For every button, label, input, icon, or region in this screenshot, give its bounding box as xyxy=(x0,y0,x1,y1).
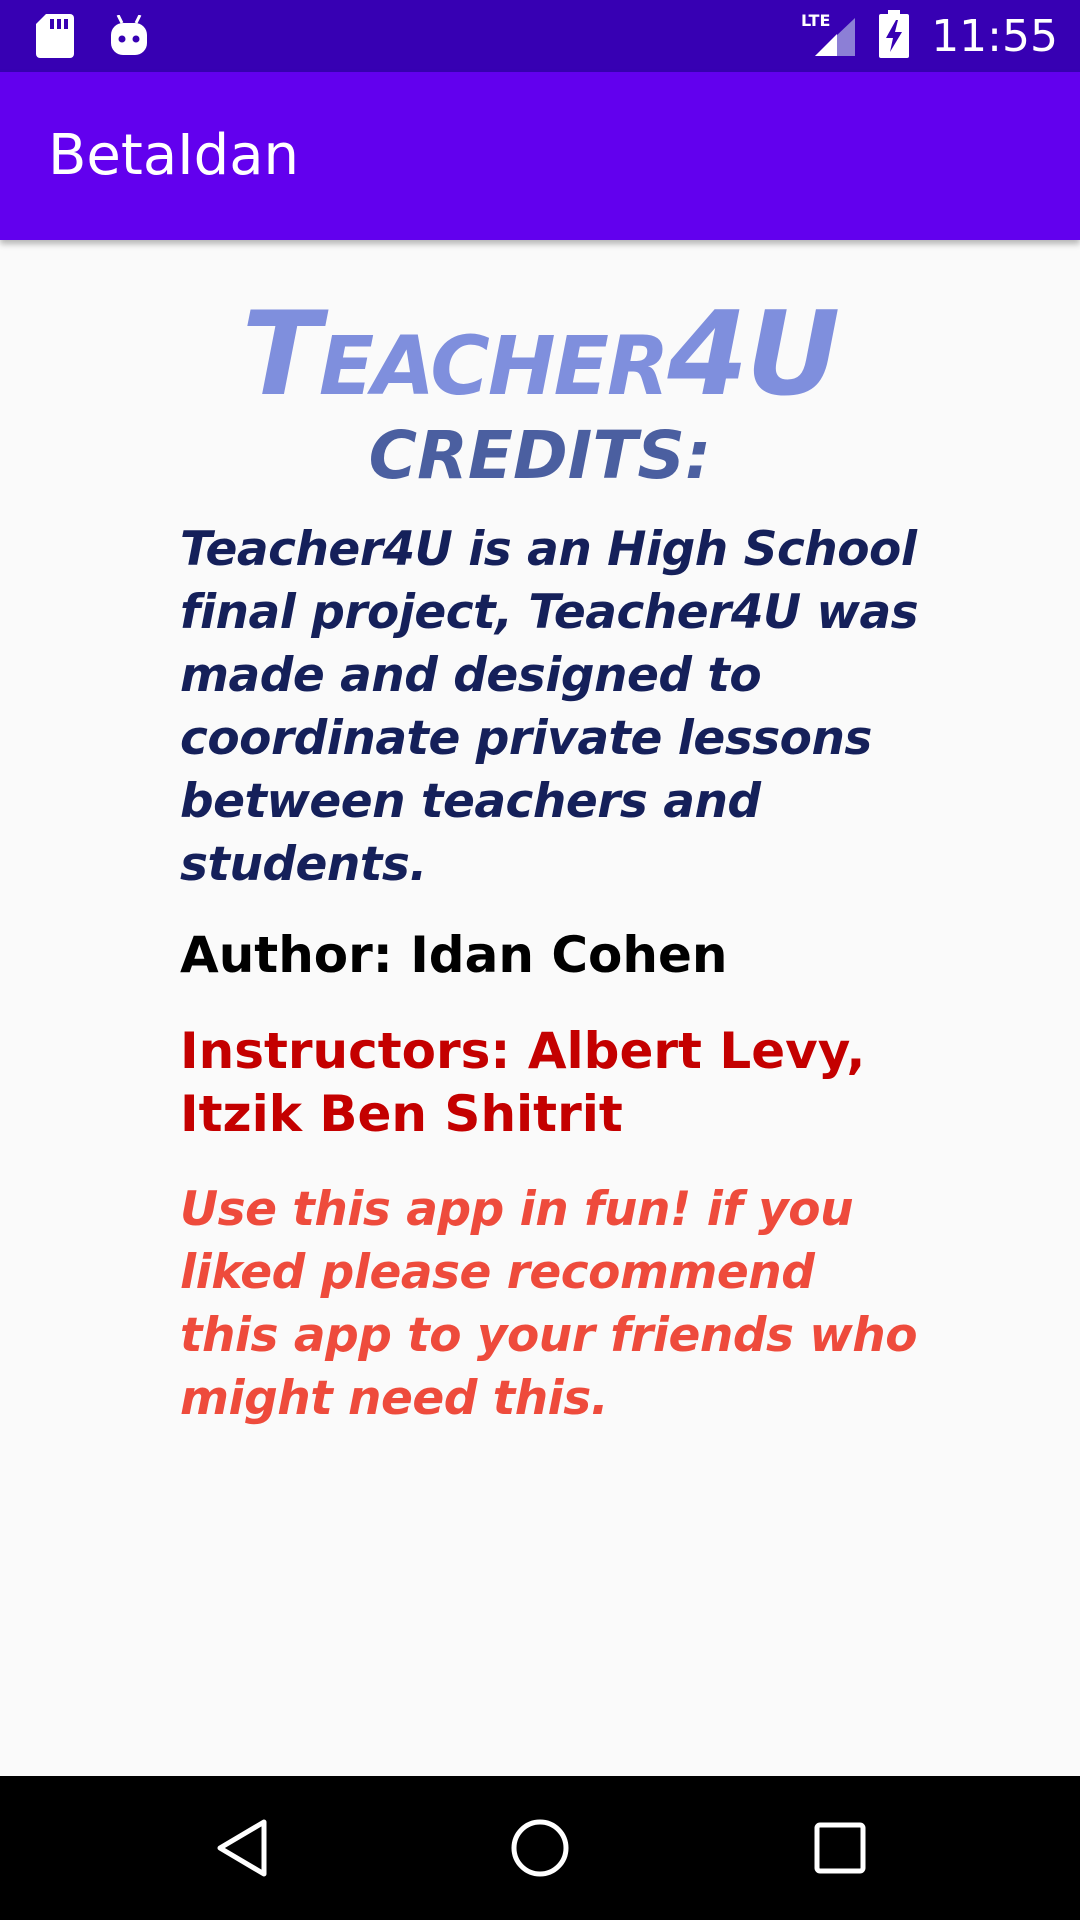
android-debug-icon xyxy=(110,14,148,62)
navigation-bar xyxy=(0,1776,1080,1920)
recommend-note: Use this app in fun! if you liked please… xyxy=(180,1182,918,1426)
svg-text:LTE: LTE xyxy=(801,11,830,30)
instructors-text: Instructors: Albert Levy, Itzik Ben Shit… xyxy=(180,1022,866,1143)
lte-signal-icon: LTE xyxy=(801,10,857,63)
home-button[interactable] xyxy=(500,1808,580,1888)
recents-icon xyxy=(814,1822,866,1874)
back-icon xyxy=(217,1819,267,1877)
status-bar-right: LTE 11:55 xyxy=(801,10,1058,63)
app-bar: BetaIdan xyxy=(0,72,1080,240)
home-icon xyxy=(511,1819,569,1877)
credits-heading: CREDITS: xyxy=(368,417,712,494)
project-description: Teacher4U is an High School final projec… xyxy=(180,522,919,892)
status-bar: LTE 11:55 xyxy=(0,0,1080,72)
app-title: BetaIdan xyxy=(48,123,300,188)
back-button[interactable] xyxy=(202,1808,282,1888)
battery-charging-icon xyxy=(879,10,910,63)
recents-button[interactable] xyxy=(800,1808,880,1888)
status-bar-left xyxy=(36,14,148,63)
status-clock: 11:55 xyxy=(931,10,1058,62)
brand-title: Teacher4U xyxy=(241,287,841,422)
sd-card-icon xyxy=(36,14,74,63)
author-text: Author: Idan Cohen xyxy=(180,926,728,984)
